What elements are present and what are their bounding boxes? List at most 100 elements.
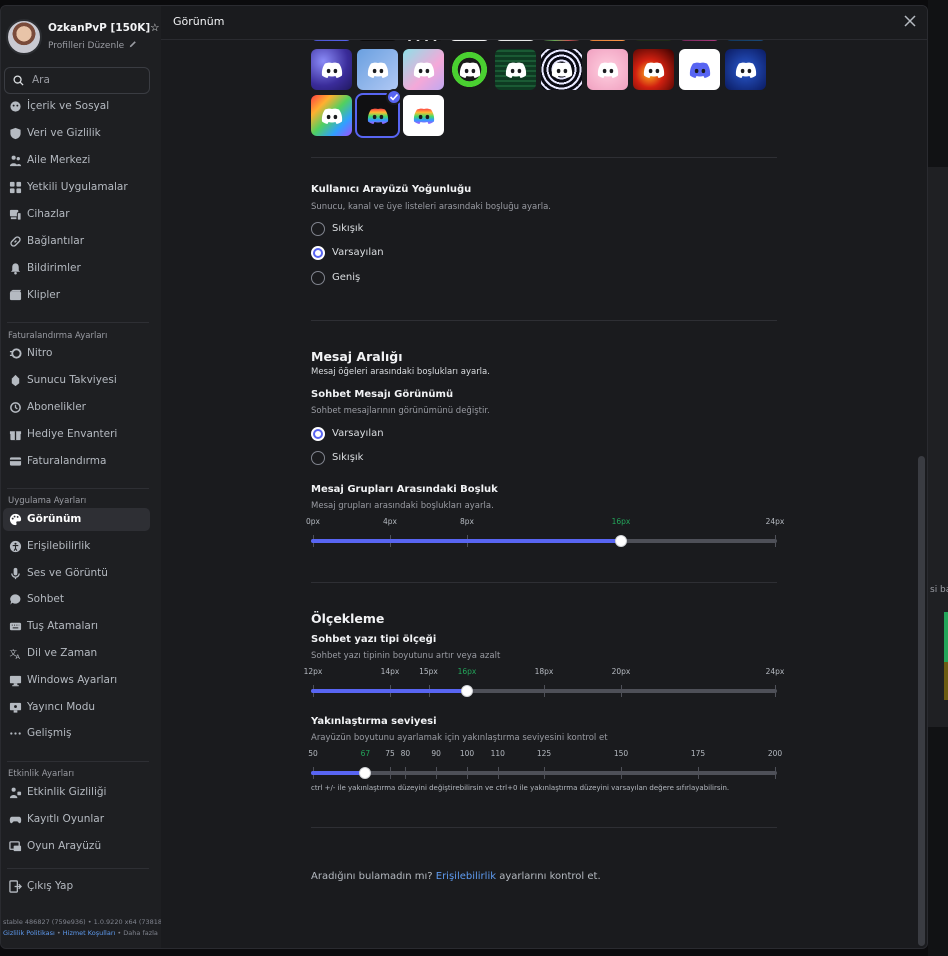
font-scale-tick-label: 20px: [611, 667, 631, 676]
app-icon-option[interactable]: [679, 49, 720, 90]
sidebar-item-label: Abonelikler: [27, 401, 86, 413]
font-scale-desc: Sohbet yazı tipinin boyutunu artır veya …: [311, 651, 501, 661]
sidebar-item-link[interactable]: Bağlantılar: [3, 230, 150, 253]
sidebar-item-label: Yayıncı Modu: [27, 700, 96, 713]
app-icon-option[interactable]: [541, 49, 582, 90]
footer-hint: Aradığını bulamadın mı? Erişilebilirlik …: [311, 871, 601, 882]
font-scale-tick-label: 12px: [303, 667, 323, 676]
search-icon: [13, 75, 24, 86]
sidebar-item-clips[interactable]: Klipler: [3, 284, 150, 307]
gift-icon: [9, 431, 22, 441]
language-icon: 文A: [9, 647, 20, 660]
sidebar-item-bell[interactable]: Bildirimler: [3, 257, 150, 280]
avatar[interactable]: [6, 19, 42, 55]
app-icon-option[interactable]: [311, 49, 352, 90]
sidebar-item-label: Tuş Atamaları: [27, 620, 99, 633]
privacy-policy-link[interactable]: Gizlilik Politikası: [3, 929, 55, 937]
background-app: si ba: [928, 0, 948, 956]
boost-icon: [11, 374, 20, 387]
sidebar-item-family[interactable]: Aile Merkezi: [3, 149, 150, 172]
zoom-tick-label: 200: [767, 749, 783, 758]
sidebar-item-card[interactable]: Faturalandırma: [3, 450, 150, 473]
discord-logo-icon: [367, 62, 388, 78]
zoom-thumb[interactable]: [359, 767, 372, 779]
sidebar-item-devices[interactable]: Cihazlar: [3, 203, 150, 226]
zoom-track[interactable]: [311, 771, 777, 775]
app-icon-option[interactable]: [633, 49, 674, 90]
discord-logo-icon: [597, 62, 618, 78]
font-scale-slider[interactable]: 12px 14px 15px 16px 18px 20px 24px: [304, 667, 784, 707]
sidebar-item-monitor[interactable]: Windows Ayarları: [3, 669, 150, 692]
logout-button[interactable]: Çıkış Yap: [3, 875, 150, 898]
edit-profiles-link[interactable]: Profilleri Düzenle: [48, 40, 137, 51]
sidebar-item-label: Aile Merkezi: [27, 154, 91, 166]
group-gap-thumb[interactable]: [615, 535, 627, 547]
group-gap-tick-label: 8px: [460, 517, 474, 526]
accessibility-link[interactable]: Erişilebilirlik: [436, 871, 496, 882]
zoom-tick-label: 67: [360, 749, 371, 758]
discord-logo-icon: [367, 108, 388, 124]
sidebar-item-subscription[interactable]: Abonelikler: [3, 396, 150, 419]
sidebar-item-label: Sohbet: [27, 593, 64, 606]
activity-section-header: Etkinlik Ayarları: [8, 769, 75, 779]
group-gap-slider[interactable]: 0px 4px 8px 16px 24px: [306, 517, 784, 557]
background-text: si ba: [930, 585, 948, 595]
apps-icon: [9, 181, 22, 194]
app-icon-option[interactable]: [725, 49, 766, 90]
content-scrollbar[interactable]: [918, 456, 925, 946]
sidebar-item-label: Yetkili Uygulamalar: [27, 181, 128, 193]
more-link[interactable]: Daha fazla: [123, 929, 158, 937]
sidebar-item-overlay[interactable]: Oyun Arayüzü: [3, 835, 150, 858]
close-icon[interactable]: [903, 14, 917, 28]
zoom-tick-label: 100: [459, 749, 475, 758]
profile-card[interactable]: OzkanPvP [150K]☆ Profilleri Düzenle: [5, 16, 160, 64]
app-icon-option[interactable]: [357, 49, 398, 90]
app-icon-option[interactable]: [311, 95, 352, 136]
sidebar-item-label: Ses ve Görüntü: [27, 566, 108, 579]
zoom-slider[interactable]: 50 67 75 80 90 100 110 125 150 175 200: [308, 749, 782, 789]
app-icon-option[interactable]: [403, 49, 444, 90]
sidebar-item-mic[interactable]: Ses ve Görüntü: [3, 562, 150, 585]
sidebar-item-dots[interactable]: Gelişmiş: [3, 722, 150, 745]
family-icon: [9, 155, 22, 167]
sidebar-item-gift[interactable]: Hediye Envanteri: [3, 423, 150, 446]
content-header: Görünüm: [161, 6, 927, 40]
app-icon-option[interactable]: [449, 49, 490, 90]
sidebar-item-stream[interactable]: Yayıncı Modu: [3, 696, 150, 719]
sidebar-item-apps[interactable]: Yetkili Uygulamalar: [3, 176, 150, 199]
bell-icon: [10, 263, 21, 275]
sidebar-item-boost[interactable]: Sunucu Takviyesi: [3, 369, 150, 392]
settings-sidebar: OzkanPvP [150K]☆ Profilleri Düzenle Ara …: [1, 6, 165, 948]
discord-logo-icon: [321, 62, 342, 78]
app-icon-option[interactable]: [495, 49, 536, 90]
font-scale-fill: [311, 689, 467, 693]
sidebar-item-keyboard[interactable]: Tuş Atamaları: [3, 615, 150, 638]
group-gap-fill: [311, 539, 621, 543]
sidebar-item-nitro[interactable]: Nitro: [3, 342, 150, 365]
search-input[interactable]: Ara: [4, 67, 150, 94]
card-icon: [9, 457, 22, 466]
sidebar-item-content[interactable]: İçerik ve Sosyal: [3, 95, 150, 118]
footer-hint-post: ayarlarını kontrol et.: [496, 871, 601, 882]
sidebar-item-palette[interactable]: Görünüm: [3, 508, 150, 531]
sidebar-item-accessibility[interactable]: Erişilebilirlik: [3, 535, 150, 558]
terms-link[interactable]: Hizmet Koşulları: [63, 929, 116, 937]
app-icon-option[interactable]: [403, 95, 444, 136]
link-icon: [10, 236, 21, 247]
font-scale-thumb[interactable]: [461, 685, 473, 697]
zoom-note: ctrl +/- ile yakınlaştırma düzeyini deği…: [311, 784, 730, 792]
sidebar-item-label: Etkinlik Gizliliği: [27, 786, 107, 798]
sidebar-item-chat[interactable]: Sohbet: [3, 588, 150, 611]
sidebar-item-game[interactable]: Kayıtlı Oyunlar: [3, 808, 150, 831]
radio-label: Geniş: [332, 272, 361, 283]
sidebar-item-language[interactable]: 文 A Dil ve Zaman: [3, 642, 150, 665]
sidebar-item-label: Cihazlar: [27, 208, 70, 220]
sidebar-item-label: İçerik ve Sosyal: [27, 100, 110, 112]
sidebar-item-activity[interactable]: Etkinlik Gizliliği: [3, 781, 150, 804]
app-icon-option[interactable]: [587, 49, 628, 90]
discord-logo-icon: [413, 108, 434, 124]
footer-hint-pre: Aradığını bulamadın mı?: [311, 871, 436, 882]
radio-dot: [311, 271, 325, 285]
search-placeholder: Ara: [32, 74, 50, 86]
sidebar-item-shield[interactable]: Veri ve Gizlilik: [3, 122, 150, 145]
